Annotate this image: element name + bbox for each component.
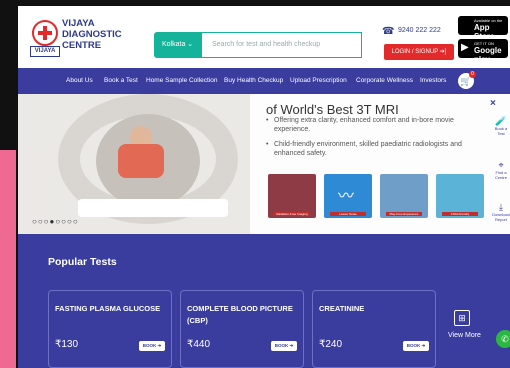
- city-selector[interactable]: Kolkata ⌄: [154, 32, 202, 58]
- thumb-caption: Radiation-Free Imaging: [274, 212, 310, 216]
- sidebar-item-label: Book a Test: [494, 126, 508, 136]
- logo-text[interactable]: VIJAYA DIAGNOSTIC CENTRE: [62, 18, 122, 51]
- nav-investors[interactable]: Investors: [420, 68, 446, 94]
- login-signup-button[interactable]: LOGIN / SIGNUP ➔]: [384, 44, 454, 60]
- main-nav: About Us Book a Test Home Sample Collect…: [18, 68, 510, 94]
- sidebar-item-find-centre[interactable]: ⌖ Find a Centre: [492, 160, 510, 180]
- scanner-bed: [78, 199, 228, 217]
- test-name: CREATININE: [319, 304, 365, 313]
- logo-cross-icon[interactable]: [32, 20, 58, 46]
- nav-buy-health-checkup[interactable]: Buy Health Checkup: [224, 68, 283, 94]
- sound-wave-icon: 〰: [338, 188, 355, 205]
- search-input[interactable]: Search for test and health checkup: [202, 32, 362, 58]
- view-more-icon[interactable]: ⊞: [454, 310, 470, 326]
- thumb-caption: Lesser Noise: [330, 212, 366, 216]
- hero-bullet: Offering extra clarity, enhanced comfort…: [266, 116, 476, 134]
- book-button[interactable]: BOOK ➔: [271, 341, 297, 351]
- location-icon: ⌖: [498, 160, 504, 170]
- nav-about-us[interactable]: About Us: [66, 68, 93, 94]
- logo-tag: VIJAYA: [30, 46, 60, 57]
- feature-thumb-radiation-free: Radiation-Free Imaging: [268, 174, 316, 218]
- feature-thumb-lesser-noise: 〰 Lesser Noise: [324, 174, 372, 218]
- test-name: FASTING PLASMA GLUCOSE: [55, 304, 161, 313]
- phone-icon: ☎: [382, 26, 395, 37]
- decorative-pink-strip: [0, 150, 16, 368]
- book-button[interactable]: BOOK ➔: [403, 341, 429, 351]
- book-button[interactable]: BOOK ➔: [139, 341, 165, 351]
- google-play-label: Google play: [474, 46, 502, 64]
- hero-banner: ○○○●○○○○ of World's Best 3T MRI Offering…: [18, 94, 510, 234]
- nav-corporate-wellness[interactable]: Corporate Wellness: [356, 68, 413, 94]
- nav-home-sample-collection[interactable]: Home Sample Collection: [146, 68, 218, 94]
- view-more-link[interactable]: View More: [448, 332, 481, 339]
- feature-thumb-play-free: Play-Free Experience: [380, 174, 428, 218]
- nav-upload-prescription[interactable]: Upload Prescription: [290, 68, 347, 94]
- mri-scanner-image: [18, 94, 250, 234]
- thumb-caption: Child-Friendly: [442, 212, 478, 216]
- test-price: ₹130: [55, 339, 79, 350]
- test-name: COMPLETE BLOOD PICTURE (CBP): [187, 304, 293, 325]
- download-icon: ⤓: [499, 202, 503, 212]
- site-header: VIJAYA VIJAYA DIAGNOSTIC CENTRE Kolkata …: [18, 6, 510, 68]
- sidebar-item-book-test[interactable]: 🧪 Book a Test: [492, 116, 510, 136]
- test-card[interactable]: FASTING PLASMA GLUCOSE ₹130 BOOK ➔: [48, 290, 172, 368]
- thumb-caption: Play-Free Experience: [386, 212, 422, 216]
- feature-thumb-child-friendly: Child-Friendly: [436, 174, 484, 218]
- hero-bullets: Offering extra clarity, enhanced comfort…: [266, 116, 476, 164]
- cart-count-badge: 0: [469, 71, 476, 78]
- test-tube-icon: 🧪: [495, 116, 507, 126]
- section-title: Popular Tests: [48, 256, 117, 268]
- play-icon: ▶: [461, 42, 469, 53]
- carousel-dots[interactable]: ○○○●○○○○: [32, 217, 79, 226]
- google-play-badge[interactable]: ▶ GET IT ON Google play: [458, 39, 508, 64]
- browser-screen: VIJAYA VIJAYA DIAGNOSTIC CENTRE Kolkata …: [18, 6, 510, 368]
- popular-tests-section: Popular Tests FASTING PLASMA GLUCOSE ₹13…: [18, 234, 510, 368]
- sidebar-item-download-report[interactable]: ⤓ Download Report: [492, 202, 510, 222]
- app-store-badge[interactable]: Available on the App Store: [458, 16, 508, 41]
- sidebar-item-label: Find a Centre: [494, 170, 507, 180]
- test-price: ₹240: [319, 339, 343, 350]
- whatsapp-icon[interactable]: ✆: [496, 330, 510, 348]
- test-card[interactable]: CREATININE ₹240 BOOK ➔: [312, 290, 436, 368]
- test-card[interactable]: COMPLETE BLOOD PICTURE (CBP) ₹440 BOOK ➔: [180, 290, 304, 368]
- hero-bullet: Child-friendly environment, skilled paed…: [266, 140, 476, 158]
- patient-body: [118, 144, 164, 178]
- nav-book-a-test[interactable]: Book a Test: [104, 68, 138, 94]
- test-price: ₹440: [187, 339, 211, 350]
- hero-tagline: of World's Best 3T MRI: [266, 102, 399, 117]
- sidebar-item-label: Download Report: [492, 212, 510, 222]
- phone-number[interactable]: 9240 222 222: [398, 27, 441, 34]
